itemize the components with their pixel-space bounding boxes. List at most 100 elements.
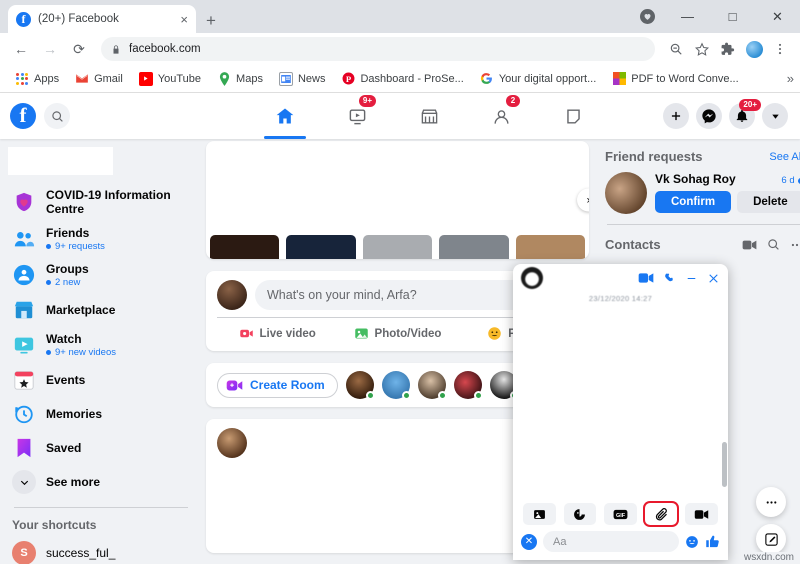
avatar[interactable]: [521, 267, 543, 289]
story-item[interactable]: [439, 235, 509, 259]
chrome-menu-icon[interactable]: [768, 37, 792, 61]
notifications-icon[interactable]: 20+: [729, 99, 761, 129]
chat-scrollbar[interactable]: [722, 442, 727, 487]
feeling-icon: [487, 326, 502, 341]
profile-avatar[interactable]: [742, 37, 766, 61]
sidebar-item-memories[interactable]: Memories: [8, 397, 194, 431]
new-tab-button[interactable]: +: [206, 12, 216, 29]
new-video-room-icon[interactable]: [742, 238, 757, 252]
sidebar-item-sub: 2 new: [46, 277, 89, 288]
close-icon[interactable]: ×: [180, 13, 188, 26]
bookmarks-bar: Apps Gmail YouTube Maps News P Dashboard…: [0, 65, 800, 93]
minimize-button[interactable]: —: [665, 0, 710, 33]
bookmark-dashboard[interactable]: P Dashboard - ProSe...: [334, 70, 470, 88]
sidebar-item-covid[interactable]: COVID-19 Information Centre: [8, 183, 194, 221]
story-item[interactable]: [515, 235, 586, 259]
messenger-icon[interactable]: [696, 103, 722, 129]
browser-tab[interactable]: f (20+) Facebook ×: [8, 5, 196, 33]
room-contact-avatar[interactable]: [345, 371, 375, 400]
zoom-out-icon[interactable]: [664, 37, 688, 61]
sidebar-item-events[interactable]: Events: [8, 363, 194, 397]
back-icon[interactable]: ←: [8, 36, 34, 62]
room-contact-avatar[interactable]: [381, 371, 411, 400]
create-room-button[interactable]: Create Room: [217, 372, 338, 398]
delete-button[interactable]: Delete: [737, 191, 800, 213]
more-options-fab[interactable]: [756, 487, 786, 517]
emoji-icon[interactable]: [685, 535, 699, 549]
voice-call-icon[interactable]: [663, 272, 676, 285]
live-video-button[interactable]: Live video: [217, 320, 337, 347]
avatar[interactable]: [605, 172, 647, 214]
bookmark-news[interactable]: News: [272, 70, 333, 88]
sidebar-item-see-more[interactable]: See more: [8, 465, 194, 499]
tab-watch[interactable]: 9+: [330, 93, 384, 139]
close-composer-icon[interactable]: ✕: [521, 533, 537, 550]
thumbs-up-icon[interactable]: [705, 534, 720, 549]
room-contact-avatar[interactable]: [417, 371, 447, 400]
video-call-icon[interactable]: [638, 272, 654, 284]
room-contact-avatar[interactable]: [453, 371, 483, 400]
chat-message-input[interactable]: Aa: [543, 531, 679, 552]
video-button[interactable]: [685, 503, 718, 525]
tab-marketplace[interactable]: [402, 93, 456, 139]
search-icon[interactable]: [767, 238, 780, 252]
bookmark-youtube[interactable]: YouTube: [132, 70, 208, 88]
photo-video-button[interactable]: Photo/Video: [337, 320, 457, 347]
see-all-link[interactable]: See All: [769, 151, 800, 163]
avatar[interactable]: [217, 280, 247, 310]
friend-request-name[interactable]: Vk Sohag Roy: [655, 172, 736, 186]
tab-gaming[interactable]: [546, 93, 600, 139]
extensions-icon[interactable]: [716, 37, 740, 61]
browser-titlebar: f (20+) Facebook × + — □ ✕: [0, 0, 800, 33]
search-icon[interactable]: [44, 103, 70, 129]
bookmark-apps[interactable]: Apps: [8, 70, 66, 88]
bookmark-label: Apps: [34, 72, 60, 85]
watermark: wsxdn.com: [741, 552, 796, 563]
sidebar-item-groups[interactable]: Groups 2 new: [8, 257, 194, 293]
bookmark-your-digital[interactable]: Your digital opport...: [473, 70, 603, 88]
confirm-button[interactable]: Confirm: [655, 191, 732, 213]
sidebar-item-label: Watch: [46, 332, 82, 346]
maximize-button[interactable]: □: [710, 0, 755, 33]
close-button[interactable]: ✕: [755, 0, 800, 33]
facebook-logo-icon[interactable]: f: [10, 103, 36, 129]
create-button[interactable]: [663, 103, 689, 129]
sidebar-item-saved[interactable]: Saved: [8, 431, 194, 465]
gmail-icon: [75, 72, 89, 86]
tab-title: (20+) Facebook: [38, 13, 119, 25]
avatar[interactable]: [217, 428, 247, 458]
profile-placeholder[interactable]: [8, 147, 113, 175]
new-message-fab[interactable]: [756, 524, 786, 554]
chat-message-area[interactable]: 23/12/2020 14:27: [513, 292, 728, 497]
bookmark-pdf-converter[interactable]: PDF to Word Conve...: [605, 70, 745, 88]
sidebar-item-friends[interactable]: Friends 9+ requests: [8, 221, 194, 257]
story-item[interactable]: [286, 235, 356, 259]
photo-button[interactable]: [523, 503, 556, 525]
tab-groups[interactable]: 2: [474, 93, 528, 139]
bookmark-star-icon[interactable]: [690, 37, 714, 61]
reload-icon[interactable]: ⟳: [66, 36, 92, 62]
account-chevron-down-icon[interactable]: [762, 103, 788, 129]
gif-button[interactable]: GIF: [604, 503, 637, 525]
bookmarks-overflow-icon[interactable]: »: [787, 71, 794, 86]
story-item[interactable]: [362, 235, 433, 259]
close-icon[interactable]: [707, 272, 720, 285]
sidebar-item-label: See more: [46, 475, 101, 489]
bookmark-maps[interactable]: Maps: [210, 70, 270, 88]
heart-icon[interactable]: [640, 9, 655, 24]
address-bar[interactable]: facebook.com: [101, 37, 655, 61]
stories-next-button[interactable]: ›: [577, 188, 589, 212]
sidebar-item-sub: 9+ requests: [46, 241, 105, 252]
attach-file-button[interactable]: [644, 503, 678, 525]
sidebar-item-watch[interactable]: Watch 9+ new videos: [8, 327, 194, 363]
tab-home[interactable]: [258, 93, 312, 139]
shortcut-item[interactable]: S success_ful_: [8, 536, 194, 564]
sticker-button[interactable]: [563, 503, 597, 525]
story-item[interactable]: [210, 235, 280, 259]
minimize-icon[interactable]: [685, 272, 698, 285]
forward-icon[interactable]: →: [37, 36, 63, 62]
options-icon[interactable]: [790, 238, 800, 252]
bookmark-gmail[interactable]: Gmail: [68, 70, 130, 88]
sidebar-item-marketplace[interactable]: Marketplace: [8, 293, 194, 327]
lock-icon: [111, 44, 121, 55]
